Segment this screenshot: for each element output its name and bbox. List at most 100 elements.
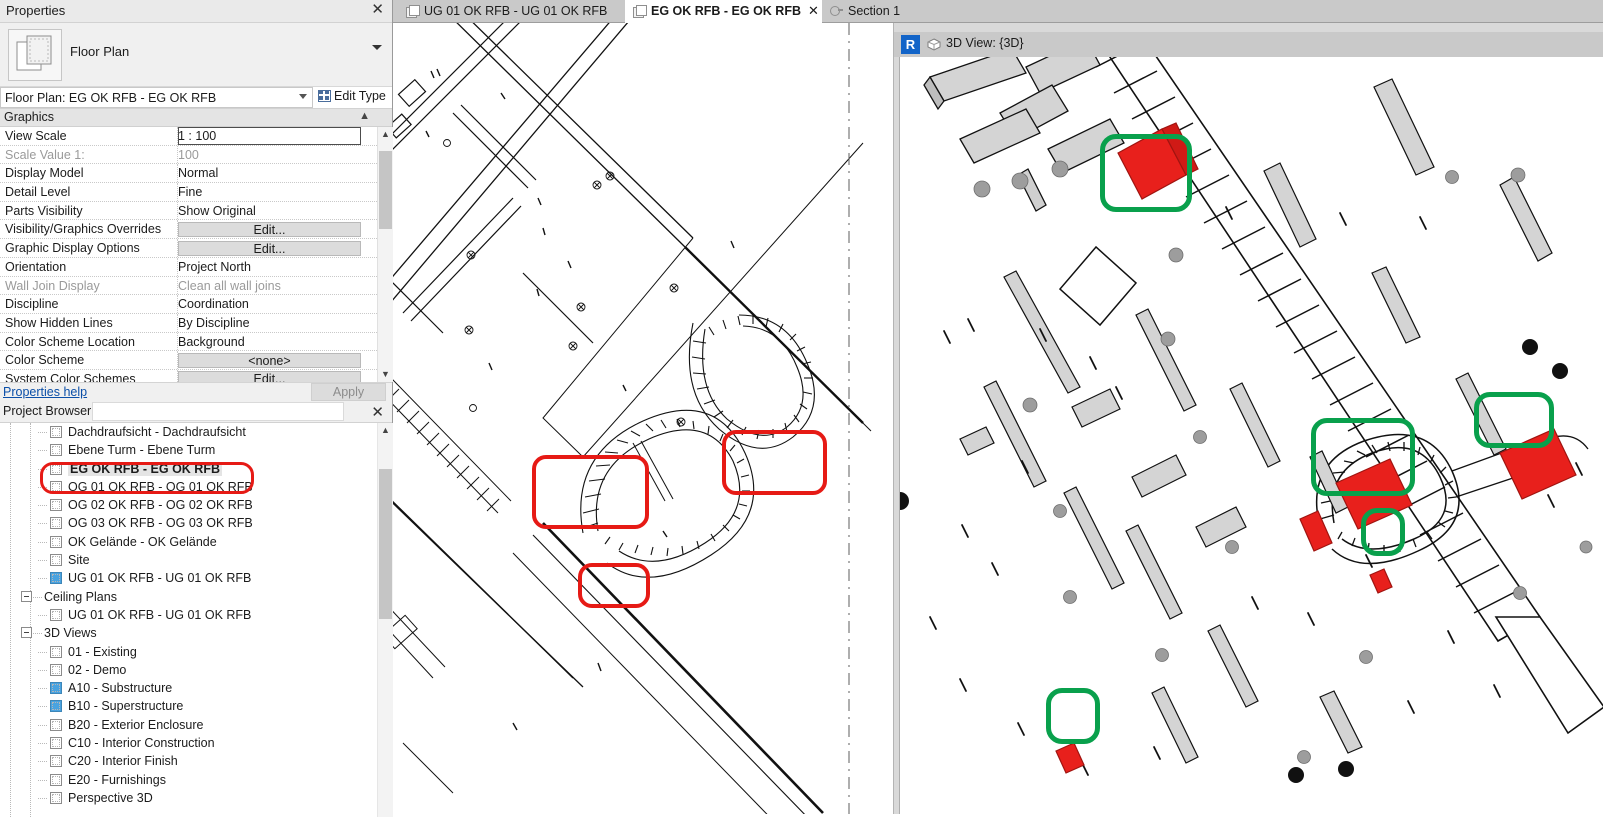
view-icon [50,700,62,713]
tree-label: EG OK RFB - EG OK RFB [68,461,222,476]
tree-view-item[interactable]: UG 01 OK RFB - UG 01 OK RFB [0,606,393,624]
property-row[interactable]: View Scale 1 : 100 [0,127,393,146]
property-name: Detail Level [5,185,71,200]
property-edit-button[interactable]: <none> [178,352,361,369]
properties-footer: Properties help Apply [0,382,392,402]
view-icon [50,535,62,548]
view-icon [50,462,62,475]
collapse-icon[interactable]: ▲ [359,110,370,122]
type-selector-dropdown[interactable]: Floor Plan: EG OK RFB - EG OK RFB [0,87,313,108]
view-icon [50,682,62,695]
property-value: By Discipline [178,315,250,330]
tree-view-item[interactable]: 02 - Demo [0,661,393,679]
property-row[interactable]: Visibility/Graphics Overrides Edit... [0,220,393,240]
tree-label: 3D Views [44,626,97,641]
property-edit-button[interactable]: Edit... [178,221,361,238]
property-row[interactable]: Color Scheme <none> [0,351,393,370]
property-name: Orientation [5,259,67,274]
section-marker-icon [830,5,843,17]
chevron-down-icon [299,94,307,99]
tree-view-item[interactable]: B20 - Exterior Enclosure [0,716,393,734]
tree-view-item[interactable]: Site [0,551,393,569]
project-browser-scrollbar[interactable]: ▲ [377,423,393,817]
3d-model-drawing [900,57,1603,783]
tree-view-item[interactable]: Ebene Turm - Ebene Turm [0,441,393,459]
view-icon [50,426,62,438]
scroll-up-icon[interactable]: ▲ [378,127,393,142]
property-edit-button[interactable]: Edit... [178,371,361,382]
tree-view-item[interactable]: C20 - Interior Finish [0,752,393,770]
scroll-down-icon[interactable]: ▼ [378,367,393,382]
property-value: 100 [178,147,199,162]
properties-help-link[interactable]: Properties help [3,385,87,399]
property-edit-button[interactable]: Edit... [178,240,361,257]
chevron-down-icon[interactable] [372,45,382,50]
left-docked-panels: Properties ✕ Floor Plan Floor Plan: EG O… [0,0,393,817]
edit-type-button[interactable]: Edit Type [318,89,386,103]
document-tab[interactable]: EG OK RFB - EG OK RFB ✕ [625,0,822,23]
property-row[interactable]: Color Scheme Location Background [0,332,393,352]
tree-view-item[interactable]: EG OK RFB - EG OK RFB [0,460,393,478]
property-row[interactable]: Detail Level Fine [0,183,393,202]
scrollbar-thumb[interactable] [379,151,392,229]
property-row[interactable]: Display Model Normal [0,164,393,184]
tree-view-item[interactable]: Dachdraufsicht - Dachdraufsicht [0,423,393,441]
property-name: Display Model [5,166,84,181]
tree-view-item[interactable]: UG 01 OK RFB - UG 01 OK RFB [0,569,393,587]
3d-view-titlebar: R 3D View: {3D} [894,32,1603,57]
view-icon [50,663,62,676]
close-icon[interactable]: ✕ [808,3,819,18]
tree-view-item[interactable]: OG 03 OK RFB - OG 03 OK RFB [0,514,393,532]
tree-label: A10 - Substructure [68,681,173,696]
tree-view-item[interactable]: OG 01 OK RFB - OG 01 OK RFB [0,478,393,496]
view-cube-icon [927,38,941,51]
property-row[interactable]: Show Hidden Lines By Discipline [0,313,393,333]
property-row[interactable]: Scale Value 1: 100 [0,145,393,165]
tree-view-item[interactable]: 01 - Existing [0,643,393,661]
tree-label: E20 - Furnishings [68,772,166,787]
scroll-up-icon[interactable]: ▲ [378,423,393,438]
property-row[interactable]: Discipline Coordination [0,295,393,314]
property-row[interactable]: Parts Visibility Show Original [0,201,393,221]
property-value: Clean all wall joins [178,278,281,293]
property-value: Show Original [178,203,256,218]
document-tab[interactable]: Section 1 [822,0,923,23]
property-name: Color Scheme [5,353,85,368]
tree-label: OK Gelände - OK Gelände [68,534,217,549]
close-icon[interactable]: ✕ [371,1,384,19]
document-tab[interactable]: UG 01 OK RFB - UG 01 OK RFB [398,0,625,23]
property-name: Scale Value 1: [5,147,85,162]
property-type-name: Floor Plan [70,44,130,59]
tree-view-item[interactable]: Perspective 3D [0,789,393,807]
3d-view-canvas[interactable] [899,57,1603,814]
expander-icon[interactable] [21,590,32,602]
properties-list: View Scale 1 : 100 Scale Value 1: 100 Displa… [0,127,393,382]
close-icon[interactable]: ✕ [371,403,384,421]
tree-label: Dachdraufsicht - Dachdraufsicht [68,425,246,439]
property-row[interactable]: System Color Schemes Edit... [0,369,393,382]
properties-scrollbar[interactable]: ▲ ▼ [377,127,393,382]
tree-view-item[interactable]: E20 - Furnishings [0,771,393,789]
property-row[interactable]: Wall Join Display Clean all wall joins [0,276,393,296]
tree-view-item[interactable]: B10 - Superstructure [0,697,393,715]
property-row[interactable]: Graphic Display Options Edit... [0,239,393,258]
view-icon [50,791,62,804]
tree-view-item[interactable]: C10 - Interior Construction [0,734,393,752]
property-name: Visibility/Graphics Overrides [5,222,162,237]
3d-view-pane: R 3D View: {3D} [894,23,1603,814]
expander-icon[interactable] [21,627,32,639]
tree-view-item[interactable]: OK Gelände - OK Gelände [0,533,393,551]
properties-group-graphics[interactable]: Graphics ▲ [0,109,392,127]
apply-button[interactable]: Apply [311,383,386,401]
tree-group[interactable]: 3D Views [0,624,393,642]
properties-palette-titlebar: Properties ✕ [0,0,392,23]
tree-view-item[interactable]: OG 02 OK RFB - OG 02 OK RFB [0,496,393,514]
property-name: Parts Visibility [5,203,83,218]
3d-view-title: 3D View: {3D} [946,36,1024,50]
property-row[interactable]: Orientation Project North [0,257,393,277]
tree-group[interactable]: Ceiling Plans [0,588,393,606]
floor-plan-view-canvas[interactable] [393,23,894,814]
scrollbar-thumb[interactable] [379,469,392,619]
tree-view-item[interactable]: A10 - Substructure [0,679,393,697]
property-name: View Scale [5,129,67,143]
